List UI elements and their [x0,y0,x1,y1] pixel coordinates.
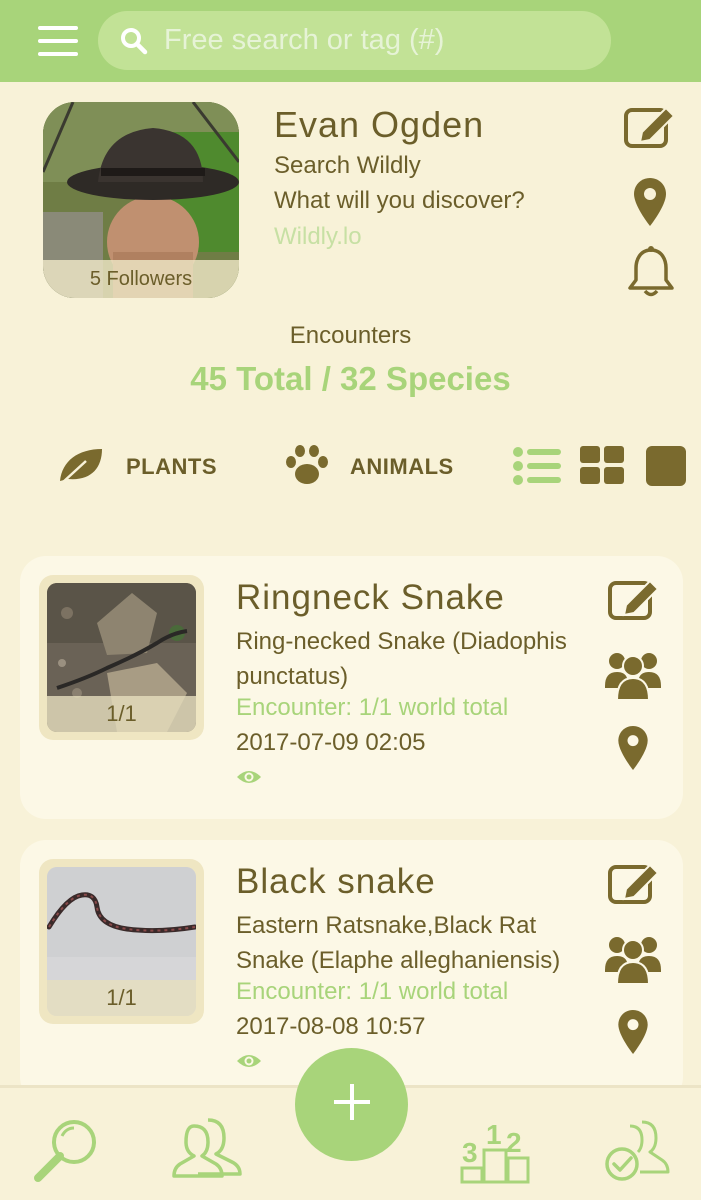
list-view-icon[interactable] [513,447,561,490]
visibility-eye-icon[interactable] [236,1052,262,1075]
nav-search-icon[interactable] [32,1118,100,1187]
encounter-photo: 1/1 [47,583,196,732]
visibility-eye-icon[interactable] [236,768,262,791]
profile-name: Evan Ogden [274,104,485,145]
nav-friends-icon[interactable] [172,1116,242,1183]
encounter-thumbnail[interactable]: 1/1 [39,859,204,1024]
encounters-label: Encounters [289,322,412,349]
location-pin-icon[interactable] [634,178,666,231]
group-icon[interactable] [605,932,661,989]
profile-tagline: Search Wildly [274,152,421,179]
edit-encounter-icon[interactable] [608,578,660,625]
filter-plants[interactable]: PLANTS [56,444,217,490]
filter-animals-label: ANIMALS [350,454,454,479]
encounter-date: 2017-07-09 02:05 [236,729,426,756]
svg-text:3: 3 [462,1137,478,1168]
encounter-scientific-name: Ring-necked Snake (Diadophis punctatus) [236,628,567,690]
top-bar [0,0,701,82]
photo-count: 1/1 [47,980,196,1016]
leaf-icon [56,445,106,490]
encounter-title: Black snake [236,862,436,901]
nav-leaderboard-icon[interactable]: 123 [460,1118,530,1189]
filter-animals[interactable]: ANIMALS [284,444,454,490]
search-bar[interactable] [98,11,611,70]
single-view-icon[interactable] [646,446,686,491]
encounter-thumbnail[interactable]: 1/1 [39,575,204,740]
filter-plants-label: PLANTS [126,454,217,479]
edit-encounter-icon[interactable] [608,862,660,909]
encounter-scientific-name: Eastern Ratsnake,Black Rat Snake (Elaphe… [236,912,561,974]
photo-count: 1/1 [47,696,196,732]
grid-view-icon[interactable] [580,446,624,489]
avatar[interactable]: 5 Followers [43,102,239,298]
hamburger-menu-icon[interactable] [38,26,78,56]
edit-profile-icon[interactable] [624,104,676,153]
profile-subtitle: What will you discover? [274,187,525,214]
search-input[interactable] [164,19,594,62]
svg-text:2: 2 [506,1127,522,1158]
add-encounter-button[interactable] [295,1048,408,1161]
group-icon[interactable] [605,648,661,705]
followers-count[interactable]: 5 Followers [43,260,239,298]
encounter-title: Ringneck Snake [236,578,505,617]
encounter-card[interactable]: 1/1 Ringneck Snake Ring-necked Snake (Di… [20,556,683,819]
location-pin-icon[interactable] [618,726,648,775]
encounters-total: 45 Total / 32 Species [190,360,511,397]
svg-text:1: 1 [486,1119,502,1150]
location-pin-icon[interactable] [618,1010,648,1059]
encounter-photo: 1/1 [47,867,196,1016]
encounter-date: 2017-08-08 10:57 [236,1013,426,1040]
paw-icon [284,444,330,491]
search-icon [120,27,148,60]
profile-website-link[interactable]: Wildly.lo [274,223,362,251]
plus-icon [332,1082,372,1127]
nav-following-icon[interactable] [604,1118,672,1187]
notification-bell-icon[interactable] [626,246,676,303]
encounter-world-total: Encounter: 1/1 world total [236,978,509,1005]
encounter-world-total: Encounter: 1/1 world total [236,694,509,721]
